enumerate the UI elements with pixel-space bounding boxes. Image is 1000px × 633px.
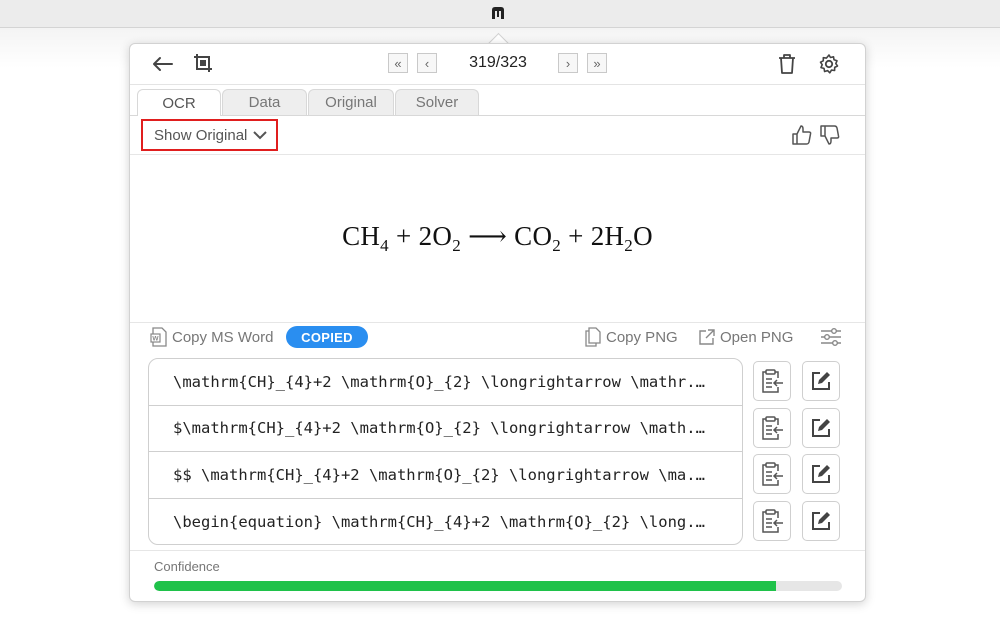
edit-result-button[interactable] (802, 408, 840, 448)
chevron-left-icon: ‹ (424, 55, 430, 71)
confidence-bar-fill (154, 581, 776, 591)
thumbs-up-icon[interactable] (790, 123, 814, 147)
svg-text:W: W (152, 336, 159, 343)
edit-result-button[interactable] (802, 454, 840, 494)
edit-icon (812, 512, 830, 530)
edit-result-button[interactable] (802, 501, 840, 541)
clipboard-icon (762, 462, 783, 486)
external-link-icon (699, 329, 715, 345)
tab-solver[interactable]: Solver (395, 89, 479, 115)
trash-icon[interactable] (774, 51, 800, 77)
next-page-button[interactable]: › (558, 53, 578, 73)
clipboard-icon (762, 416, 783, 440)
mathpix-panel: « ‹ 319/323 › » OCR Data Original Solver… (129, 43, 866, 602)
sliders-icon[interactable] (820, 325, 842, 349)
tab-original[interactable]: Original (308, 89, 394, 115)
confidence-label: Confidence (154, 559, 220, 574)
copy-result-button[interactable] (753, 361, 791, 401)
open-png-button[interactable]: Open PNG (698, 325, 793, 349)
latex-result-row[interactable]: $$ \mathrm{CH}_{4}+2 \mathrm{O}_{2} \lon… (149, 452, 742, 499)
edit-icon (812, 419, 830, 437)
gear-icon[interactable] (816, 51, 842, 77)
arrow-left-icon[interactable] (150, 52, 176, 76)
copy-icon (585, 327, 601, 347)
latex-result-row[interactable]: $\mathrm{CH}_{4}+2 \mathrm{O}_{2} \longr… (149, 406, 742, 452)
edit-icon (812, 372, 830, 390)
chevron-down-icon (253, 131, 268, 140)
copy-result-button[interactable] (753, 501, 791, 541)
thumbs-down-icon[interactable] (818, 123, 842, 147)
confidence-section: Confidence (130, 550, 865, 602)
tab-data[interactable]: Data (222, 89, 307, 115)
show-original-dropdown[interactable]: Show Original (141, 119, 278, 151)
confidence-bar (154, 581, 842, 591)
page-counter: 319/323 (469, 54, 527, 71)
tab-bar: OCR Data Original Solver (130, 84, 865, 116)
first-page-button[interactable]: « (388, 53, 408, 73)
latex-result-row[interactable]: \begin{equation} \mathrm{CH}_{4}+2 \math… (149, 499, 742, 545)
show-original-label: Show Original (154, 126, 248, 144)
copy-result-button[interactable] (753, 408, 791, 448)
chevron-right-icon: › (565, 55, 571, 71)
clipboard-icon (762, 369, 783, 393)
ms-word-icon: W (150, 327, 167, 347)
mathpix-tray-icon[interactable] (489, 5, 507, 21)
edit-icon (812, 465, 830, 483)
tab-ocr[interactable]: OCR (137, 89, 221, 116)
copy-ms-word-button[interactable]: W Copy MS Word (150, 325, 273, 349)
copy-result-button[interactable] (753, 454, 791, 494)
rendered-formula: CH4 + 2O2 ⟶ CO2 + 2H2O (342, 221, 653, 255)
latex-results-list: \mathrm{CH}_{4}+2 \mathrm{O}_{2} \longri… (148, 358, 743, 545)
copy-actions-bar: W Copy MS Word COPIED Copy PNG Open PNG (130, 322, 865, 352)
clipboard-icon (762, 509, 783, 533)
prev-page-button[interactable]: ‹ (417, 53, 437, 73)
formula-preview: CH4 + 2O2 ⟶ CO2 + 2H2O (130, 154, 865, 323)
last-page-button[interactable]: » (587, 53, 607, 73)
copied-badge: COPIED (286, 326, 368, 348)
crop-screen-icon[interactable] (191, 51, 217, 77)
panel-toolbar: « ‹ 319/323 › » (130, 44, 865, 84)
double-chevron-right-icon: » (593, 55, 601, 71)
latex-result-row[interactable]: \mathrm{CH}_{4}+2 \mathrm{O}_{2} \longri… (149, 359, 742, 406)
double-chevron-left-icon: « (394, 55, 402, 71)
copy-png-button[interactable]: Copy PNG (584, 325, 678, 349)
edit-result-button[interactable] (802, 361, 840, 401)
